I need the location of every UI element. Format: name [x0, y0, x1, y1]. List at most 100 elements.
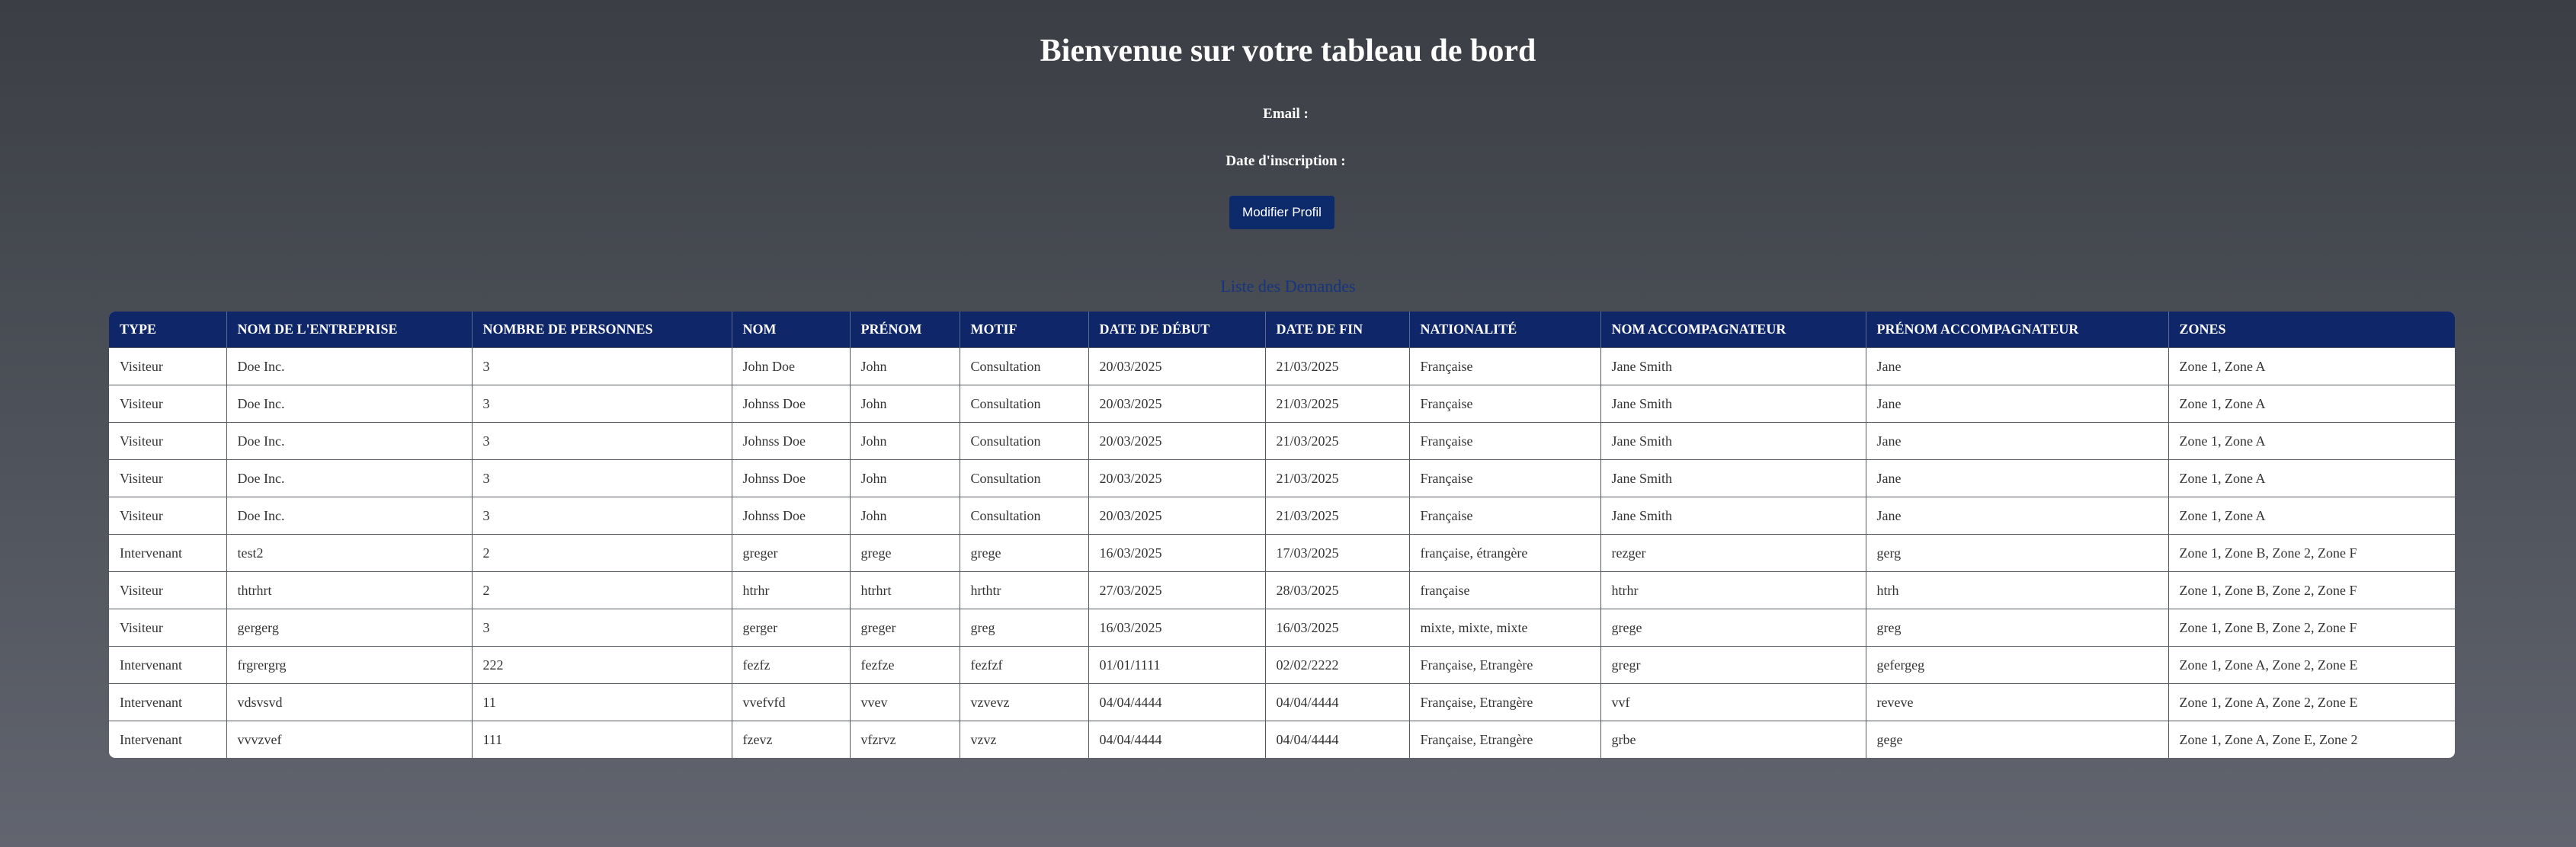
cell-escort-first-name: gege	[1865, 721, 2169, 758]
cell-end-date: 04/04/4444	[1264, 721, 1410, 758]
column-header-company[interactable]: NOM DE L'ENTREPRISE	[226, 312, 473, 348]
cell-zones: Zone 1, Zone A	[2167, 459, 2455, 497]
column-header-first-name[interactable]: PRÉNOM	[850, 312, 960, 348]
cell-first-name: John	[849, 459, 960, 497]
cell-nationality: Française	[1408, 422, 1601, 460]
cell-escort-first-name: Jane	[1865, 497, 2169, 535]
cell-people-count: 3	[471, 459, 732, 497]
cell-end-date: 16/03/2025	[1264, 609, 1410, 647]
table-row[interactable]: Intervenant test2 2 greger grege grege 16/03/2…	[109, 534, 2455, 572]
email-line: Email :	[0, 105, 2576, 123]
cell-last-name: htrhr	[731, 571, 851, 609]
column-header-type[interactable]: TYPE	[109, 312, 227, 348]
table-row[interactable]: Intervenant vvvzvef 111 fzevz vfzrvz vzvz 04/0…	[109, 721, 2455, 758]
cell-start-date: 20/03/2025	[1088, 422, 1266, 460]
requests-list-title: Liste des Demandes	[1220, 276, 1356, 296]
cell-reason: Consultation	[959, 497, 1089, 535]
column-header-reason[interactable]: MOTIF	[960, 312, 1089, 348]
column-header-start-date[interactable]: DATE DE DÉBUT	[1088, 312, 1266, 348]
cell-first-name: John	[849, 347, 960, 385]
page-title: Bienvenue sur votre tableau de bord	[1040, 34, 1536, 69]
cell-type: Visiteur	[109, 347, 227, 385]
cell-reason: vzvevz	[959, 683, 1089, 721]
cell-reason: Consultation	[959, 385, 1089, 423]
cell-end-date: 28/03/2025	[1264, 571, 1410, 609]
cell-escort-first-name: reveve	[1865, 683, 2169, 721]
cell-escort-first-name: Jane	[1865, 385, 2169, 423]
cell-company: Doe Inc.	[226, 347, 473, 385]
cell-nationality: mixte, mixte, mixte	[1408, 609, 1601, 647]
cell-zones: Zone 1, Zone A	[2167, 497, 2455, 535]
cell-people-count: 3	[471, 609, 732, 647]
cell-nationality: Française, Etrangère	[1408, 683, 1601, 721]
column-header-escort-last-name[interactable]: NOM ACCOMPAGNATEUR	[1600, 312, 1866, 348]
column-header-end-date[interactable]: DATE DE FIN	[1265, 312, 1410, 348]
cell-reason: grege	[959, 534, 1089, 572]
cell-nationality: Française, Etrangère	[1408, 721, 1601, 758]
cell-reason: vzvz	[959, 721, 1089, 758]
cell-company: gergerg	[226, 609, 473, 647]
table-row[interactable]: Visiteur thtrhrt 2 htrhr htrhrt hrthtr 27/03/2…	[109, 571, 2455, 609]
cell-company: Doe Inc.	[226, 385, 473, 423]
cell-last-name: Johnss Doe	[731, 422, 851, 460]
edit-profile-button[interactable]: Modifier Profil	[1229, 196, 1334, 229]
registration-date-label: Date d'inscription :	[1226, 153, 1346, 169]
cell-end-date: 04/04/4444	[1264, 683, 1410, 721]
cell-people-count: 11	[471, 683, 732, 721]
cell-company: frgrergrg	[226, 646, 473, 684]
cell-escort-last-name: Jane Smith	[1600, 385, 1866, 423]
cell-reason: fezfzf	[959, 646, 1089, 684]
column-header-zones[interactable]: ZONES	[2168, 312, 2455, 348]
table-row[interactable]: Visiteur gergerg 3 gerger greger greg 16/03/20…	[109, 609, 2455, 647]
cell-start-date: 27/03/2025	[1088, 571, 1266, 609]
table-row[interactable]: Visiteur Doe Inc. 3 John Doe John Consultatio…	[109, 347, 2455, 385]
table-row[interactable]: Visiteur Doe Inc. 3 Johnss Doe John Consultat…	[109, 422, 2455, 460]
cell-start-date: 16/03/2025	[1088, 609, 1266, 647]
email-label: Email :	[1263, 106, 1309, 122]
cell-zones: Zone 1, Zone B, Zone 2, Zone F	[2167, 609, 2455, 647]
column-header-nationality[interactable]: NATIONALITÉ	[1409, 312, 1601, 348]
cell-zones: Zone 1, Zone B, Zone 2, Zone F	[2167, 571, 2455, 609]
cell-end-date: 21/03/2025	[1264, 385, 1410, 423]
cell-last-name: fzevz	[731, 721, 851, 758]
column-header-last-name[interactable]: NOM	[732, 312, 851, 348]
cell-zones: Zone 1, Zone A, Zone E, Zone 2	[2167, 721, 2455, 758]
cell-reason: Consultation	[959, 459, 1089, 497]
cell-first-name: vfzrvz	[849, 721, 960, 758]
cell-type: Intervenant	[109, 646, 227, 684]
cell-last-name: Johnss Doe	[731, 497, 851, 535]
cell-people-count: 2	[471, 571, 732, 609]
cell-people-count: 111	[471, 721, 732, 758]
table-row[interactable]: Intervenant frgrergrg 222 fezfz fezfze fezfzf…	[109, 646, 2455, 684]
cell-first-name: greger	[849, 609, 960, 647]
cell-company: Doe Inc.	[226, 459, 473, 497]
cell-first-name: vvev	[849, 683, 960, 721]
cell-company: vvvzvef	[226, 721, 473, 758]
cell-start-date: 04/04/4444	[1088, 683, 1266, 721]
cell-last-name: greger	[731, 534, 851, 572]
table-row[interactable]: Visiteur Doe Inc. 3 Johnss Doe John Consultat…	[109, 385, 2455, 423]
requests-table-container: TYPE NOM DE L'ENTREPRISE NOMBRE DE PERSO…	[109, 312, 2455, 758]
cell-reason: Consultation	[959, 422, 1089, 460]
cell-start-date: 01/01/1111	[1088, 646, 1266, 684]
cell-type: Intervenant	[109, 534, 227, 572]
cell-last-name: fezfz	[731, 646, 851, 684]
cell-last-name: gerger	[731, 609, 851, 647]
column-header-people-count[interactable]: NOMBRE DE PERSONNES	[472, 312, 732, 348]
cell-last-name: John Doe	[731, 347, 851, 385]
cell-first-name: John	[849, 422, 960, 460]
cell-start-date: 16/03/2025	[1088, 534, 1266, 572]
cell-end-date: 21/03/2025	[1264, 459, 1410, 497]
column-header-escort-first-name[interactable]: PRÉNOM ACCOMPAGNATEUR	[1866, 312, 2169, 348]
cell-first-name: fezfze	[849, 646, 960, 684]
table-row[interactable]: Visiteur Doe Inc. 3 Johnss Doe John Consultat…	[109, 459, 2455, 497]
cell-nationality: française	[1408, 571, 1601, 609]
table-row[interactable]: Intervenant vdsvsvd 11 vvefvfd vvev vzvevz 04/…	[109, 683, 2455, 721]
cell-end-date: 02/02/2222	[1264, 646, 1410, 684]
cell-nationality: Française	[1408, 347, 1601, 385]
cell-reason: Consultation	[959, 347, 1089, 385]
table-row[interactable]: Visiteur Doe Inc. 3 Johnss Doe John Consultat…	[109, 497, 2455, 535]
cell-reason: greg	[959, 609, 1089, 647]
cell-nationality: Française	[1408, 459, 1601, 497]
cell-nationality: Française	[1408, 497, 1601, 535]
